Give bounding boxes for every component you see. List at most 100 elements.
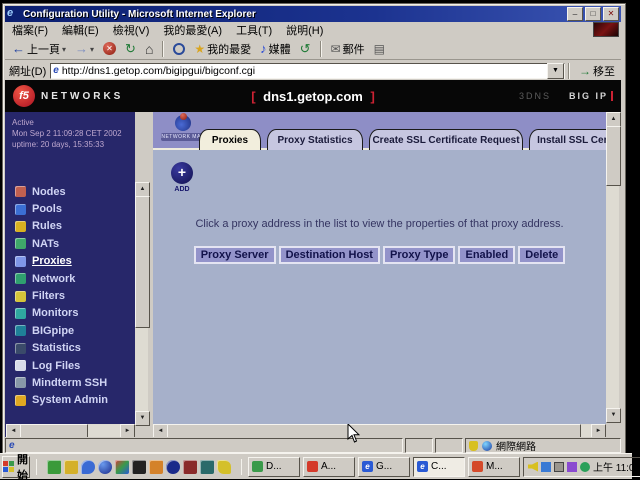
search-button[interactable] bbox=[170, 42, 188, 56]
address-input[interactable] bbox=[62, 64, 547, 77]
go-button[interactable]: 移至 bbox=[573, 63, 621, 79]
menu-tools[interactable]: 工具(T) bbox=[229, 22, 279, 38]
start-button[interactable]: 開始 bbox=[2, 456, 30, 478]
tab-proxy-statistics[interactable]: Proxy Statistics bbox=[267, 129, 363, 150]
add-proxy-button[interactable]: ADD bbox=[169, 162, 195, 193]
back-button[interactable]: 上一頁 bbox=[9, 40, 69, 58]
address-dropdown-button[interactable] bbox=[547, 63, 564, 79]
quicklaunch-icon[interactable] bbox=[200, 460, 214, 474]
column-proxy-type[interactable]: Proxy Type bbox=[383, 246, 456, 264]
column-proxy-server[interactable]: Proxy Server bbox=[194, 246, 276, 264]
quicklaunch-icon[interactable] bbox=[149, 460, 163, 474]
back-dropdown-icon[interactable] bbox=[62, 43, 66, 55]
tab-install-ssl-certificate[interactable]: Install SSL Certif bbox=[529, 129, 606, 150]
ie-icon bbox=[7, 8, 19, 20]
forward-icon bbox=[75, 41, 88, 56]
menu-favorites[interactable]: 我的最愛(A) bbox=[156, 22, 229, 38]
tray-icon[interactable] bbox=[580, 462, 590, 472]
link-3dns[interactable]: 3DNS bbox=[519, 91, 551, 101]
scroll-right-button[interactable] bbox=[591, 424, 606, 437]
sidebar-item-proxies[interactable]: Proxies bbox=[5, 253, 135, 270]
sidebar-item-system-admin[interactable]: System Admin bbox=[5, 392, 135, 409]
scrollbar-thumb[interactable] bbox=[20, 424, 88, 437]
task-button-5[interactable]: M... bbox=[468, 457, 520, 477]
favorites-button[interactable]: 我的最愛 bbox=[191, 40, 254, 58]
quicklaunch-icon[interactable] bbox=[217, 460, 231, 474]
media-button[interactable]: 媒體 bbox=[257, 40, 294, 58]
scroll-down-button[interactable] bbox=[135, 411, 150, 426]
quicklaunch-icon[interactable] bbox=[47, 460, 61, 474]
history-button[interactable] bbox=[297, 40, 314, 58]
scroll-left-button[interactable] bbox=[153, 424, 168, 437]
quick-launch-bar bbox=[43, 460, 235, 474]
scroll-left-button[interactable] bbox=[6, 424, 21, 437]
minimize-button[interactable] bbox=[567, 7, 583, 21]
volume-icon[interactable] bbox=[528, 462, 538, 472]
main-vertical-scrollbar[interactable] bbox=[606, 112, 619, 423]
home-button[interactable] bbox=[142, 40, 156, 58]
tray-icon[interactable] bbox=[567, 462, 577, 472]
task-button-2[interactable]: A... bbox=[303, 457, 355, 477]
forward-dropdown-icon[interactable] bbox=[90, 43, 94, 55]
filters-icon bbox=[15, 291, 26, 302]
scroll-down-button[interactable] bbox=[606, 408, 621, 423]
menu-file[interactable]: 檔案(F) bbox=[5, 22, 55, 38]
quicklaunch-icon[interactable] bbox=[115, 460, 129, 474]
quicklaunch-icon[interactable] bbox=[183, 460, 197, 474]
print-button[interactable] bbox=[371, 41, 388, 57]
scrollbar-thumb[interactable] bbox=[606, 126, 621, 186]
quicklaunch-icon[interactable] bbox=[81, 460, 95, 474]
task-label: M... bbox=[486, 461, 503, 472]
quicklaunch-icon[interactable] bbox=[166, 460, 180, 474]
quicklaunch-icon[interactable] bbox=[64, 460, 78, 474]
menu-view[interactable]: 檢視(V) bbox=[106, 22, 157, 38]
sidebar-item-bigpipe[interactable]: BIGpipe bbox=[5, 322, 135, 339]
refresh-button[interactable] bbox=[122, 40, 139, 58]
system-admin-icon bbox=[15, 395, 26, 406]
sidebar-item-filters[interactable]: Filters bbox=[5, 287, 135, 304]
sidebar-item-rules[interactable]: Rules bbox=[5, 218, 135, 235]
close-button[interactable] bbox=[603, 7, 619, 21]
tray-icon[interactable] bbox=[541, 462, 551, 472]
tab-create-ssl-certificate-request[interactable]: Create SSL Certificate Request bbox=[369, 129, 523, 150]
status-uptime: uptime: 20 days, 15:35:33 bbox=[12, 139, 122, 150]
sidebar-vertical-scrollbar[interactable] bbox=[135, 182, 148, 426]
sidebar-item-nodes[interactable]: Nodes bbox=[5, 183, 135, 200]
column-delete[interactable]: Delete bbox=[518, 246, 565, 264]
stop-button[interactable] bbox=[100, 41, 119, 56]
display-icon[interactable] bbox=[554, 462, 564, 472]
task-button-3[interactable]: G... bbox=[358, 457, 410, 477]
quicklaunch-icon[interactable] bbox=[98, 460, 112, 474]
task-button-4-active[interactable]: C... bbox=[413, 457, 465, 477]
link-bigip[interactable]: BIG IP bbox=[569, 91, 613, 101]
sidebar-item-network[interactable]: Network bbox=[5, 270, 135, 287]
sidebar-horizontal-scrollbar[interactable] bbox=[6, 424, 135, 437]
scrollbar-thumb[interactable] bbox=[167, 424, 581, 437]
scroll-up-button[interactable] bbox=[606, 112, 621, 127]
column-destination-host[interactable]: Destination Host bbox=[279, 246, 380, 264]
tab-proxies[interactable]: Proxies bbox=[199, 129, 261, 150]
menu-edit[interactable]: 編輯(E) bbox=[55, 22, 106, 38]
menu-help[interactable]: 說明(H) bbox=[279, 22, 330, 38]
main-horizontal-scrollbar[interactable] bbox=[153, 424, 606, 437]
sidebar-item-pools[interactable]: Pools bbox=[5, 200, 135, 217]
scrollbar-thumb[interactable] bbox=[135, 196, 150, 328]
quicklaunch-icon[interactable] bbox=[132, 460, 146, 474]
task-label: G... bbox=[376, 461, 392, 472]
forward-button[interactable] bbox=[72, 40, 97, 57]
task-button-1[interactable]: D... bbox=[248, 457, 300, 477]
maximize-button[interactable] bbox=[585, 7, 601, 21]
scroll-up-button[interactable] bbox=[135, 182, 150, 197]
mail-button[interactable]: 郵件 bbox=[328, 40, 368, 58]
sidebar-item-statistics[interactable]: Statistics bbox=[5, 340, 135, 357]
title-bar[interactable]: Configuration Utility - Microsoft Intern… bbox=[5, 6, 621, 22]
sidebar-item-mindterm-ssh[interactable]: Mindterm SSH bbox=[5, 374, 135, 391]
scroll-right-button[interactable] bbox=[120, 424, 135, 437]
system-tray: 上午 11:00 bbox=[523, 457, 640, 477]
mindterm-ssh-icon bbox=[15, 377, 26, 388]
column-enabled[interactable]: Enabled bbox=[458, 246, 515, 264]
sidebar-nav: Nodes Pools Rules NATs Proxies Network F… bbox=[5, 183, 135, 409]
sidebar-item-monitors[interactable]: Monitors bbox=[5, 305, 135, 322]
sidebar-item-nats[interactable]: NATs bbox=[5, 235, 135, 252]
sidebar-item-log-files[interactable]: Log Files bbox=[5, 357, 135, 374]
